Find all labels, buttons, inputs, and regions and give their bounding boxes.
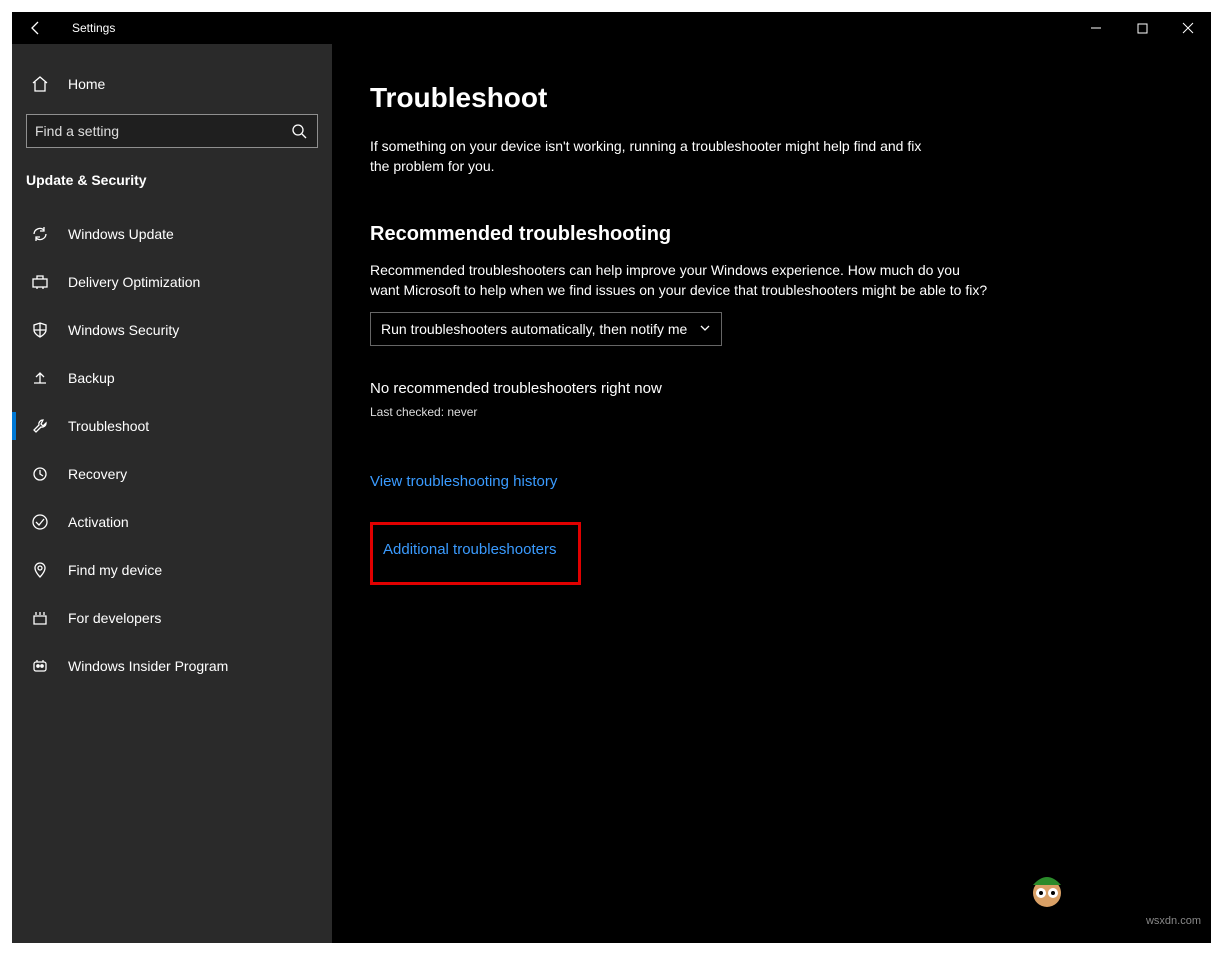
nav-list: Windows Update Delivery Optimization Win… — [12, 210, 332, 690]
titlebar: Settings — [12, 12, 1211, 44]
search-icon — [289, 123, 309, 139]
home-label: Home — [68, 76, 105, 92]
view-history-link[interactable]: View troubleshooting history — [370, 473, 557, 490]
page-heading: Troubleshoot — [370, 82, 1211, 114]
category-heading: Update & Security — [12, 154, 332, 200]
insider-icon — [30, 656, 50, 676]
additional-troubleshooters-link[interactable]: Additional troubleshooters — [383, 541, 556, 558]
nav-find-my-device[interactable]: Find my device — [12, 546, 332, 594]
nav-label: Windows Insider Program — [68, 658, 228, 674]
window-title: Settings — [72, 21, 115, 35]
wrench-icon — [30, 416, 50, 436]
page-intro: If something on your device isn't workin… — [370, 136, 930, 177]
nav-label: Windows Update — [68, 226, 174, 242]
content-area: Troubleshoot If something on your device… — [332, 44, 1211, 943]
nav-label: Activation — [68, 514, 129, 530]
nav-label: Recovery — [68, 466, 127, 482]
maximize-button[interactable] — [1119, 12, 1165, 44]
troubleshoot-mode-dropdown[interactable]: Run troubleshooters automatically, then … — [370, 312, 722, 346]
nav-delivery-optimization[interactable]: Delivery Optimization — [12, 258, 332, 306]
minimize-button[interactable] — [1073, 12, 1119, 44]
recovery-icon — [30, 464, 50, 484]
sync-icon — [30, 224, 50, 244]
nav-label: For developers — [68, 610, 161, 626]
nav-windows-security[interactable]: Windows Security — [12, 306, 332, 354]
close-button[interactable] — [1165, 12, 1211, 44]
highlight-box: Additional troubleshooters — [370, 522, 581, 585]
back-button[interactable] — [12, 12, 60, 44]
nav-activation[interactable]: Activation — [12, 498, 332, 546]
nav-label: Backup — [68, 370, 115, 386]
section-desc: Recommended troubleshooters can help imp… — [370, 260, 990, 301]
home-icon — [30, 74, 50, 94]
search-box[interactable] — [26, 114, 318, 148]
backup-icon — [30, 368, 50, 388]
nav-for-developers[interactable]: For developers — [12, 594, 332, 642]
last-checked-text: Last checked: never — [370, 405, 1211, 419]
watermark: wsxdn.com — [1146, 915, 1201, 927]
search-input[interactable] — [35, 123, 289, 139]
nav-recovery[interactable]: Recovery — [12, 450, 332, 498]
nav-label: Delivery Optimization — [68, 274, 200, 290]
mascot-image — [1023, 865, 1071, 913]
home-button[interactable]: Home — [12, 62, 332, 106]
nav-backup[interactable]: Backup — [12, 354, 332, 402]
nav-windows-insider[interactable]: Windows Insider Program — [12, 642, 332, 690]
sidebar: Home Update & Security Windows Update — [12, 44, 332, 943]
check-circle-icon — [30, 512, 50, 532]
section-heading: Recommended troubleshooting — [370, 223, 1211, 246]
dropdown-value: Run troubleshooters automatically, then … — [381, 321, 687, 337]
developer-icon — [30, 608, 50, 628]
nav-label: Windows Security — [68, 322, 179, 338]
nav-label: Troubleshoot — [68, 418, 149, 434]
nav-windows-update[interactable]: Windows Update — [12, 210, 332, 258]
location-icon — [30, 560, 50, 580]
chevron-down-icon — [699, 321, 711, 337]
nav-label: Find my device — [68, 562, 162, 578]
status-text: No recommended troubleshooters right now — [370, 380, 1211, 397]
shield-icon — [30, 320, 50, 340]
nav-troubleshoot[interactable]: Troubleshoot — [12, 402, 332, 450]
delivery-icon — [30, 272, 50, 292]
